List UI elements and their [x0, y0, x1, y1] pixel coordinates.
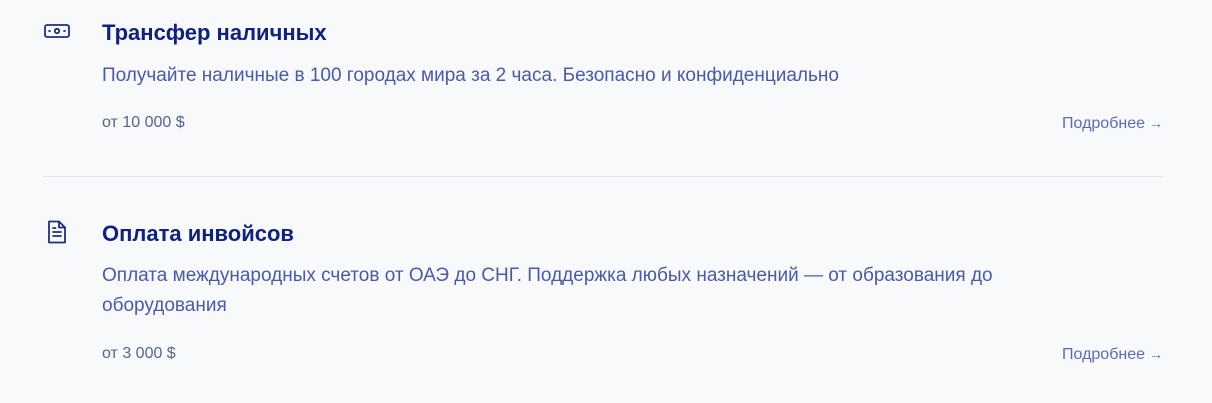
service-title: Оплата инвойсов [102, 221, 294, 246]
arrow-right-icon: → [1149, 115, 1163, 131]
cash-icon [43, 18, 71, 46]
more-details-label: Подробнее [1062, 115, 1145, 132]
service-description: Получайте наличные в 100 городах мира за… [102, 65, 839, 86]
service-item-cash-transfer: Трансфер наличных Получайте наличные в 1… [43, 0, 1163, 177]
service-price: от 10 000 $ [102, 114, 185, 131]
more-details-link[interactable]: Подробнее → [1062, 113, 1163, 134]
more-details-link[interactable]: Подробнее → [1062, 344, 1163, 365]
service-item-invoice-payment: Оплата инвойсов Оплата международных сче… [43, 177, 1163, 403]
service-price: от 3 000 $ [102, 345, 176, 362]
service-description: Оплата международных счетов от ОАЭ до СН… [102, 265, 993, 316]
document-icon [43, 218, 71, 246]
more-details-label: Подробнее [1062, 346, 1145, 363]
services-list: Трансфер наличных Получайте наличные в 1… [0, 0, 1212, 403]
arrow-right-icon: → [1149, 346, 1163, 362]
service-title: Трансфер наличных [102, 20, 327, 45]
